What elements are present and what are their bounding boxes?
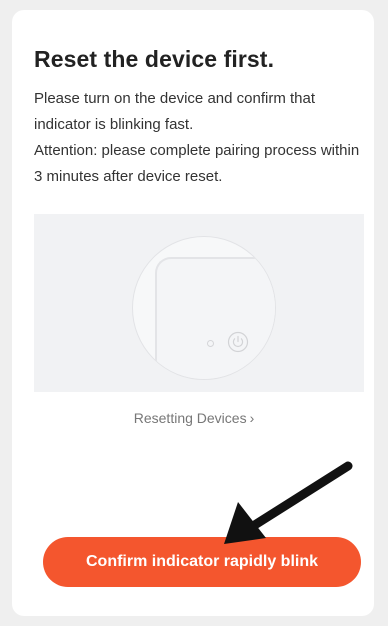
resetting-devices-link[interactable]: Resetting Devices › <box>0 410 388 426</box>
device-body <box>155 257 275 379</box>
chevron-right-icon: › <box>249 410 255 426</box>
device-illustration <box>34 214 364 392</box>
instruction-attention: Attention: please complete pairing proce… <box>34 142 360 185</box>
page-title: Reset the device first. <box>34 46 275 72</box>
confirm-blink-button[interactable]: Confirm indicator rapidly blink <box>43 537 361 587</box>
instruction-turn-on: Please turn on the device and confirm th… <box>34 90 316 133</box>
screen: Reset the device first. Please turn on t… <box>0 0 388 626</box>
device-zoom-circle <box>132 236 276 380</box>
instructions: Please turn on the device and confirm th… <box>34 86 364 190</box>
indicator-light <box>207 340 214 347</box>
resetting-devices-label: Resetting Devices <box>133 410 247 426</box>
power-icon <box>227 331 249 353</box>
